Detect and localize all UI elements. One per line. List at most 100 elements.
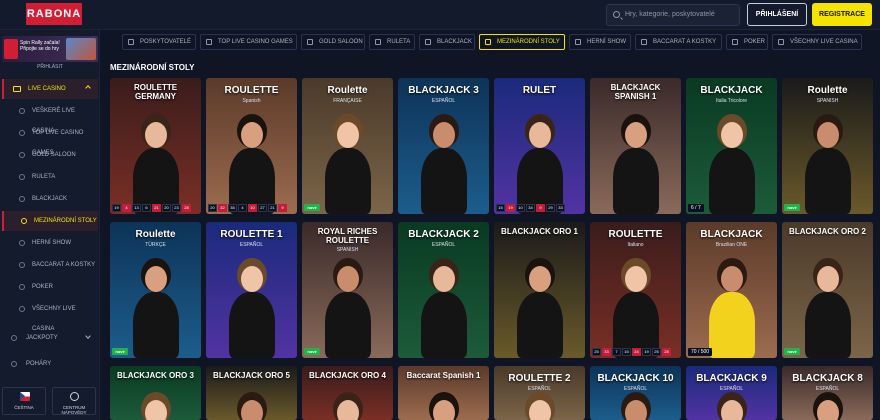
game-card[interactable]: Roulette TÜRKÇE nové xyxy=(110,222,201,358)
sidebar-bottom-buttons: ČEŠTINA CENTRUM NÁPOVĚDY xyxy=(2,387,98,415)
sidebar-item-jackpots[interactable]: JACKPOTY xyxy=(2,328,98,348)
sidebar-item-all-live-2[interactable]: VŠECHNY LIVE CASINA xyxy=(2,299,98,332)
games-grid: ROULETTE GERMANY 19 4 13 6 21 20 23 28 ROULETTE Sp… xyxy=(110,78,876,420)
tab-game-show[interactable]: HERNÍ SHOW xyxy=(569,34,631,50)
result-number: 21 xyxy=(152,204,161,212)
tab-ruleta[interactable]: RULETA xyxy=(369,34,415,50)
result-number: 25 xyxy=(592,348,601,356)
game-card[interactable]: BLACKJACK 10 ESPAÑOL xyxy=(590,366,681,420)
game-subtitle: SPANISH xyxy=(816,98,839,104)
tab-label: VŠECHNY LIVE CASINA xyxy=(790,39,858,45)
game-card[interactable]: BLACKJACK 9 ESPAÑOL xyxy=(686,366,777,420)
tab-blackjack[interactable]: BLACKJACK xyxy=(419,34,475,50)
game-card[interactable]: BLACKJACK ORO 1 xyxy=(494,222,585,358)
result-number: 34 xyxy=(526,204,535,212)
game-card[interactable]: BLACKJACK Italia Tricolore 6 / 7 xyxy=(686,78,777,214)
game-card[interactable]: ROULETTE Italiano 25 33 7 15 24 19 25 28 xyxy=(590,222,681,358)
sidebar-item-game-show[interactable]: HERNÍ SHOW xyxy=(2,233,98,253)
dealer-head xyxy=(816,400,839,420)
promo-banner[interactable]: Spin Rally začala! Připojte se do hry xyxy=(2,36,98,62)
dealer-head xyxy=(336,266,359,292)
result-number: 28 xyxy=(662,348,671,356)
tab-poker[interactable]: POKER xyxy=(726,34,768,50)
game-card[interactable]: ROYAL RICHES ROULETTE SPANISH nové xyxy=(302,222,393,358)
game-title: BLACKJACK SPANISH 1 xyxy=(610,83,661,101)
language-label: ČEŠTINA xyxy=(14,405,34,410)
search-input[interactable]: Hry, kategorie, poskytovatelé xyxy=(606,4,740,26)
dealer-head xyxy=(624,122,647,148)
tab-top-live[interactable]: TOP LIVE CASINO GAMES xyxy=(200,34,297,50)
game-card[interactable]: BLACKJACK ORO 4 xyxy=(302,366,393,420)
result-number: 6 xyxy=(142,204,151,212)
game-card[interactable]: ROULETTE Spanish 20 32 35 4 10 27 21 9 xyxy=(206,78,297,214)
dealer-body xyxy=(708,292,755,358)
game-card[interactable]: Baccarat Spanish 1 xyxy=(398,366,489,420)
sidebar-item-live-casino[interactable]: LIVE CASINO xyxy=(2,79,98,99)
game-subtitle: TÜRKÇE xyxy=(145,242,166,248)
tab-label: POSKYTOVATELÉ xyxy=(140,39,192,45)
login-button[interactable]: PŘIHLÁŠENÍ xyxy=(747,3,807,26)
help-center-button[interactable]: CENTRUM NÁPOVĚDY xyxy=(52,387,96,415)
new-badge: nové xyxy=(784,204,800,211)
dealer-head xyxy=(240,122,263,148)
sidebar-item-top-live[interactable]: TOP LIVE CASINO GAMES xyxy=(2,123,98,156)
game-card[interactable]: Roulette FRANÇAISE nové xyxy=(302,78,393,214)
language-button[interactable]: ČEŠTINA xyxy=(2,387,46,415)
sidebar-item-cups[interactable]: POHÁRY xyxy=(2,354,98,374)
game-title: ROYAL RICHES ROULETTE xyxy=(317,227,378,245)
dealer-body xyxy=(420,292,467,358)
seat-count: 6 / 7 xyxy=(688,204,704,212)
rabona-logo[interactable]: RABONA xyxy=(26,3,82,25)
new-badge: nové xyxy=(304,348,320,355)
sidebar-item-baccarat[interactable]: BACCARAT A KOSTKY xyxy=(2,255,98,275)
game-subtitle: ESPAÑOL xyxy=(239,242,264,248)
spade-icon xyxy=(425,39,431,45)
game-card[interactable]: BLACKJACK 8 ESPAÑOL xyxy=(782,366,873,420)
game-card[interactable]: BLACKJACK 3 ESPAÑOL xyxy=(398,78,489,214)
game-card[interactable]: BLACKJACK ORO 5 xyxy=(206,366,297,420)
info-icon xyxy=(70,392,79,401)
dealer-head xyxy=(528,266,551,292)
game-card[interactable]: ROULETTE GERMANY 19 4 13 6 21 20 23 28 xyxy=(110,78,201,214)
dealer-head xyxy=(624,400,647,420)
sidebar-item-blackjack[interactable]: BLACKJACK xyxy=(2,189,98,209)
chevron-up-icon xyxy=(85,85,91,91)
game-subtitle: ESPAÑOL xyxy=(719,386,744,392)
grid-icon xyxy=(778,39,784,45)
game-card[interactable]: BLACKJACK ORO 2 nové xyxy=(782,222,873,358)
tab-gold-saloon[interactable]: GOLD SALOON xyxy=(301,34,365,50)
game-card[interactable]: BLACKJACK Brazilian ONE 70 / 500 xyxy=(686,222,777,358)
dealer-head xyxy=(336,400,359,420)
tab-baccarat[interactable]: BACCARAT A KOSTKY xyxy=(635,34,722,50)
game-card[interactable]: BLACKJACK 2 ESPAÑOL xyxy=(398,222,489,358)
game-title: BLACKJACK 8 xyxy=(792,373,863,384)
sidebar-item-gold-saloon[interactable]: GOLD SALOON xyxy=(2,145,98,165)
sidebar-item-ruleta[interactable]: RULETA xyxy=(2,167,98,187)
dealer-body xyxy=(132,292,179,358)
game-card[interactable]: ROULETTE 1 ESPAÑOL xyxy=(206,222,297,358)
tab-label: GOLD SALOON xyxy=(319,39,363,45)
sidebar-item-poker[interactable]: POKER xyxy=(2,277,98,297)
tab-all-live[interactable]: VŠECHNY LIVE CASINA xyxy=(772,34,862,50)
result-number: 19 xyxy=(642,348,651,356)
game-title: BLACKJACK ORO 2 xyxy=(789,227,866,236)
sidebar-item-all-live[interactable]: VEŠKERÉ LIVE CASINA xyxy=(2,101,98,134)
sidebar-item-international[interactable]: MEZINÁRODNÍ STOLY xyxy=(2,211,98,231)
game-card[interactable]: BLACKJACK SPANISH 1 xyxy=(590,78,681,214)
game-title: Baccarat Spanish 1 xyxy=(406,371,481,380)
result-number: 4 xyxy=(122,204,131,212)
result-number: 9 xyxy=(536,204,545,212)
tab-providers[interactable]: POSKYTOVATELÉ xyxy=(122,34,196,50)
tab-international[interactable]: MEZINÁRODNÍ STOLY xyxy=(479,34,565,50)
sidebar-login-link[interactable]: PŘIHLÁSIT xyxy=(0,64,100,70)
game-card[interactable]: BLACKJACK ORO 3 xyxy=(110,366,201,420)
game-card[interactable]: ROULETTE 2 ESPAÑOL xyxy=(494,366,585,420)
dealer-head xyxy=(144,400,167,420)
roulette-icon xyxy=(19,174,25,180)
register-button[interactable]: REGISTRACE xyxy=(812,3,872,26)
game-card[interactable]: RULET 15 19 10 34 9 29 33 xyxy=(494,78,585,214)
dice-icon xyxy=(641,39,647,45)
game-subtitle: Brazilian ONE xyxy=(715,242,748,248)
game-card[interactable]: Roulette SPANISH nové xyxy=(782,78,873,214)
game-title: BLACKJACK ORO 5 xyxy=(213,371,290,380)
